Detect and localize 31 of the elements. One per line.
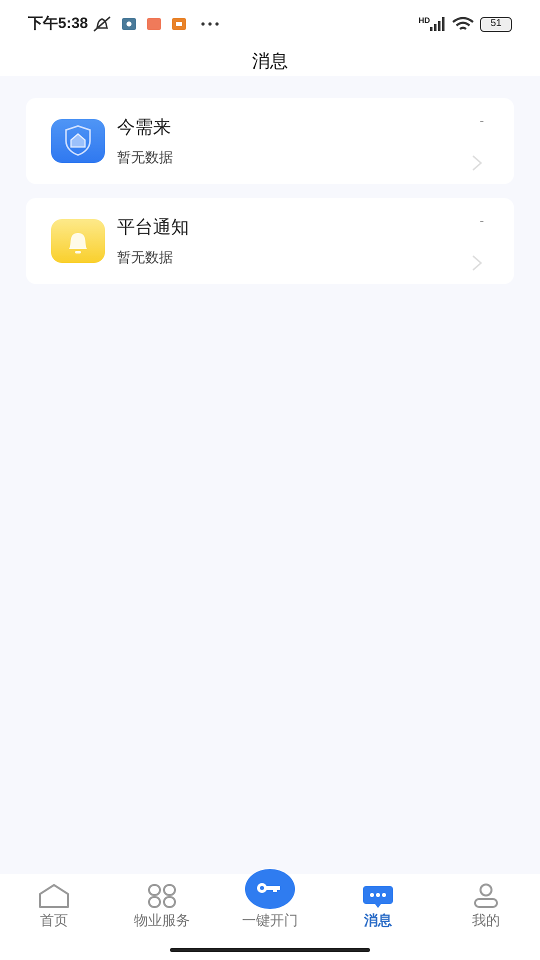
page-title: 消息 xyxy=(252,50,288,73)
message-title: 今需来 xyxy=(117,116,172,139)
message-preview: 暂无数据 xyxy=(117,248,174,267)
tab-item[interactable]: 物业服务 xyxy=(108,883,216,931)
tab-item[interactable]: 首页 xyxy=(0,883,108,931)
status-time: 下午5:38 xyxy=(28,14,88,34)
chat-icon xyxy=(362,883,394,909)
network-type: HD xyxy=(418,17,430,25)
tab-item[interactable]: 一键开门 xyxy=(216,869,324,931)
app-notification-icon xyxy=(172,18,186,30)
bell-icon xyxy=(51,219,105,263)
tab-item[interactable]: 消息 xyxy=(324,883,432,931)
message-preview: 暂无数据 xyxy=(117,148,174,167)
message-card[interactable]: 今需来 暂无数据 - xyxy=(26,98,514,184)
battery-indicator: 51 xyxy=(480,16,512,32)
message-time: - xyxy=(480,212,484,230)
grid-icon xyxy=(146,883,178,909)
bell-off-icon xyxy=(92,16,112,32)
home-icon xyxy=(38,883,70,909)
message-title: 平台通知 xyxy=(117,216,190,239)
app-notification-icon xyxy=(147,18,162,30)
signal-icon xyxy=(430,17,446,31)
tab-item[interactable]: 我的 xyxy=(432,883,540,931)
shield-house-icon xyxy=(51,119,105,163)
chevron-right-icon xyxy=(472,255,482,271)
wifi-icon xyxy=(452,16,474,32)
message-time: - xyxy=(480,112,484,130)
chevron-right-icon xyxy=(472,155,482,171)
app-notification-icon xyxy=(122,18,136,30)
message-card[interactable]: 平台通知 暂无数据 - xyxy=(26,198,514,284)
more-icon xyxy=(201,22,220,26)
